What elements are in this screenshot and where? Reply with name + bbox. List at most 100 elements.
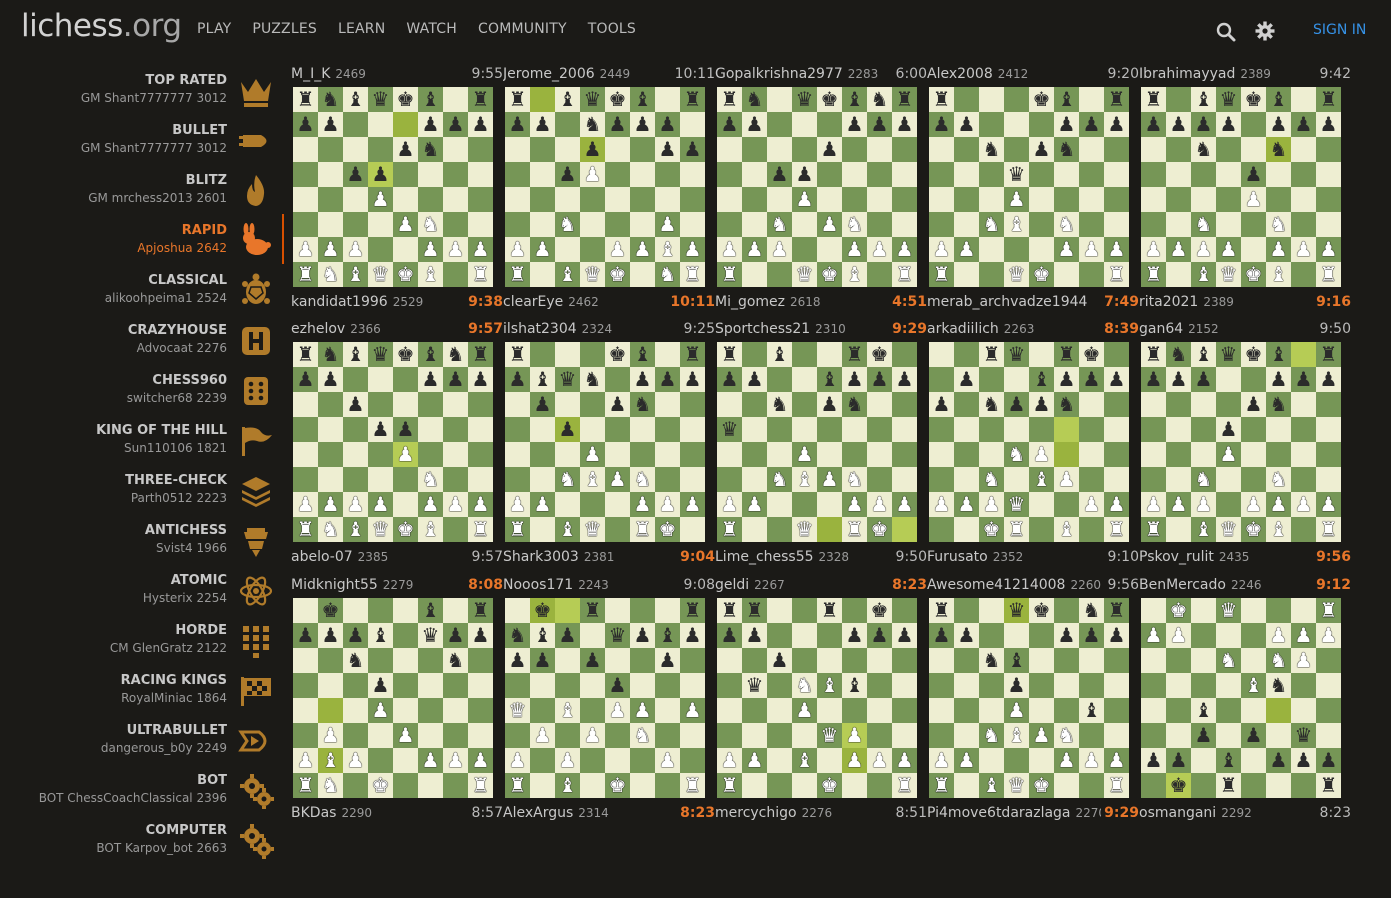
bottom-player[interactable]: abelo-07 2385 9:57 xyxy=(291,549,503,567)
player-name[interactable]: Alex2008 xyxy=(927,66,993,82)
player-name[interactable]: ilshat2304 xyxy=(503,321,577,337)
player-name[interactable]: Lime_chess55 xyxy=(715,549,814,565)
top-player[interactable]: geldi 2267 8:23 xyxy=(715,577,927,595)
player-name[interactable]: ezhelov xyxy=(291,321,345,337)
bottom-player[interactable]: Pskov_rulit 2435 9:56 xyxy=(1139,549,1351,567)
player-name[interactable]: merab_archvadze1944 xyxy=(927,294,1087,310)
top-player[interactable]: ilshat2304 2324 9:25 xyxy=(503,321,715,339)
search-icon[interactable] xyxy=(1216,22,1236,42)
chess-board[interactable]: ♜ ♚ ♝ ♜ ♟ ♝ ♛ ♞ ♟ ♟ ♟ ♟ ♟ ♞ ♟ ♟ ♞ ♝ ♟ ♞ ♟ ♟ ♟ ♟ ♟ ♜ ♝ ♛ ♜ ♚ xyxy=(505,342,705,542)
player-name[interactable]: clearEye xyxy=(503,294,563,310)
leaderboard-rapid[interactable]: RAPID Apjoshua 2642 xyxy=(0,214,290,264)
chess-board[interactable]: ♜ ♜ ♜ ♚ ♟ ♟ ♟ ♟ ♟ ♟ ♛ ♞ ♝ ♝ ♟ ♛ ♟ ♟ ♟ ♝ ♟ ♟ ♟ ♜ ♚ ♜ xyxy=(717,598,917,798)
leaderboard-ultrabullet[interactable]: ULTRABULLET dangerous_b0y 2249 xyxy=(0,714,290,764)
tv-game-card[interactable]: Gopalkrishna2977 2283 6:00 ♜ ♞ ♛ ♚ ♝ ♞ ♜ ♟ ♟ ♟ ♟ ♟ ♟ ♟ ♟ ♟… xyxy=(715,66,927,322)
tv-game-card[interactable]: ezhelov 2366 9:57 ♜ ♞ ♝ ♛ ♚ ♝ ♞ ♜ ♟ ♟ ♟ ♟ ♟ ♟ ♟ ♟ ♟ ♞ ♟ ♟ ♟ ♟ ♟ ♟ ♟… xyxy=(291,321,503,577)
chess-board[interactable]: ♜ ♛ ♚ ♞ ♜ ♟ ♟ ♟ ♟ ♟ ♞ ♝ ♟ ♟ ♝ ♞ ♝ ♟ ♞ ♟ ♟ ♟ ♟ ♟ ♜ ♝ ♛ ♚ ♜ xyxy=(929,598,1129,798)
leaderboard-three-check[interactable]: THREE-CHECK Parth0512 2223 xyxy=(0,464,290,514)
leaderboard-king-of-the-hill[interactable]: KING OF THE HILL Sun110106 1821 xyxy=(0,414,290,464)
chess-board[interactable]: ♜ ♛ ♜ ♚ ♟ ♝ ♟ ♟ ♟ ♟ ♞ ♟ ♟ ♞ ♞ ♟ ♞ ♝ ♟ ♟ ♟ ♟ ♛ ♟ ♟ ♚ ♜ ♝ ♜ xyxy=(929,342,1129,542)
chess-board[interactable]: ♜ ♝ ♜ ♚ ♟ ♟ ♝ ♟ ♟ ♟ ♞ ♟ ♞ ♛ ♟ ♞ ♝ ♟ ♞ ♟ ♟ ♟ ♟ ♟ ♜ ♛ ♜ ♚ xyxy=(717,342,917,542)
player-name[interactable]: osmangani xyxy=(1139,805,1216,821)
leaderboard-leader[interactable]: BOT Karpov_bot 2663 xyxy=(96,841,227,855)
player-name[interactable]: arkadiilich xyxy=(927,321,999,337)
nav-puzzles[interactable]: PUZZLES xyxy=(252,21,317,37)
sign-in-link[interactable]: SIGN IN xyxy=(1313,22,1366,38)
bottom-player[interactable]: Mi_gomez 2618 4:51 xyxy=(715,294,927,312)
chess-board[interactable]: ♜ ♝ ♛ ♚ ♝ ♜ ♟ ♟ ♞ ♟ ♟ ♟ ♟ ♟ ♟ ♟ ♟ ♞ ♟ ♟ ♟ ♟ ♟ ♝ ♟ ♜ ♝ ♛ ♚ ♞ ♜ xyxy=(505,87,705,287)
leaderboard-leader[interactable]: CM GlenGratz 2122 xyxy=(110,641,227,655)
top-player[interactable]: Awesome41214008 2260 9:56 xyxy=(927,577,1139,595)
player-name[interactable]: abelo-07 xyxy=(291,549,353,565)
top-player[interactable]: ezhelov 2366 9:57 xyxy=(291,321,503,339)
top-player[interactable]: arkadiilich 2263 8:39 xyxy=(927,321,1139,339)
bottom-player[interactable]: Lime_chess55 2328 9:50 xyxy=(715,549,927,567)
bottom-player[interactable]: kandidat1996 2529 9:38 xyxy=(291,294,503,312)
top-player[interactable]: Gopalkrishna2977 2283 6:00 xyxy=(715,66,927,84)
nav-watch[interactable]: WATCH xyxy=(406,21,457,37)
top-player[interactable]: Ibrahimayyad 2389 9:42 xyxy=(1139,66,1351,84)
chess-board[interactable]: ♚ ♜ ♜ ♞ ♝ ♟ ♛ ♟ ♝ ♟ ♟ ♟ ♟ ♟ ♟ ♛ ♝ ♟ ♟ ♟ ♟ ♟ ♞ ♟ ♟ ♟ ♜ ♝ ♚ ♜ xyxy=(505,598,705,798)
player-name[interactable]: rita2021 xyxy=(1139,294,1198,310)
player-name[interactable]: Mi_gomez xyxy=(715,294,785,310)
leaderboard-leader[interactable]: Advocaat 2276 xyxy=(137,341,227,355)
top-player[interactable]: Nooos171 2243 9:08 xyxy=(503,577,715,595)
leaderboard-computer[interactable]: COMPUTER BOT Karpov_bot 2663 xyxy=(0,814,290,864)
gear-icon[interactable] xyxy=(1255,21,1275,41)
nav-tools[interactable]: TOOLS xyxy=(588,21,636,37)
player-name[interactable]: Pi4move6tdarazlaga xyxy=(927,805,1071,821)
tv-game-card[interactable]: gan64 2152 9:50 ♜ ♞ ♝ ♛ ♚ ♝ ♜ ♟ ♟ ♟ ♟ ♟ ♟ ♟ ♞ ♟ ♟ ♞ ♞ ♟ ♟ ♟ ♟ ♟ ♟ ♟ ♜… xyxy=(1139,321,1351,577)
player-name[interactable]: Sportchess21 xyxy=(715,321,810,337)
bottom-player[interactable]: osmangani 2292 8:23 xyxy=(1139,805,1351,823)
leaderboard-bullet[interactable]: BULLET GM Shant7777777 3012 xyxy=(0,114,290,164)
leaderboard-classical[interactable]: CLASSICAL alikoohpeima1 2524 xyxy=(0,264,290,314)
player-name[interactable]: Pskov_rulit xyxy=(1139,549,1214,565)
player-name[interactable]: BenMercado xyxy=(1139,577,1226,593)
leaderboard-leader[interactable]: Sun110106 1821 xyxy=(124,441,227,455)
tv-game-card[interactable]: BenMercado 2246 9:12 ♚ ♛ ♜ ♟ ♟ ♟ ♟ ♟ ♞ ♞ ♟ ♝ ♞ ♝ ♟ ♟ ♛ ♟ ♟ ♝ ♟ ♟… xyxy=(1139,577,1351,833)
leaderboard-top-rated[interactable]: TOP RATED GM Shant7777777 3012 xyxy=(0,64,290,114)
player-name[interactable]: Furusato xyxy=(927,549,988,565)
tv-game-card[interactable]: Alex2008 2412 9:20 ♜ ♚ ♝ ♜ ♟ ♟ ♟ ♟ ♟ ♞ ♟ ♞ ♛ ♟ ♞ ♝ ♞ ♟ ♟ ♟ ♟ ♟ ♜ ♛… xyxy=(927,66,1139,322)
top-player[interactable]: M_I_K 2469 9:55 xyxy=(291,66,503,84)
tv-game-card[interactable]: Sportchess21 2310 9:29 ♜ ♝ ♜ ♚ ♟ ♟ ♝ ♟ ♟ ♟ ♞ ♟ ♞ ♛ ♟ ♞ ♝ ♟ ♞ ♟… xyxy=(715,321,927,577)
leaderboard-horde[interactable]: HORDE CM GlenGratz 2122 xyxy=(0,614,290,664)
leaderboard-leader[interactable]: Parth0512 2223 xyxy=(131,491,227,505)
nav-play[interactable]: PLAY xyxy=(197,21,231,37)
leaderboard-bot[interactable]: BOT BOT ChessCoachClassical 2396 xyxy=(0,764,290,814)
player-name[interactable]: gan64 xyxy=(1139,321,1183,337)
top-player[interactable]: Alex2008 2412 9:20 xyxy=(927,66,1139,84)
leaderboard-leader[interactable]: Hysterix 2254 xyxy=(143,591,227,605)
chess-board[interactable]: ♜ ♞ ♝ ♛ ♚ ♝ ♜ ♟ ♟ ♟ ♟ ♟ ♟ ♟ ♞ ♟ ♟ ♞ ♞ ♟ ♟ ♟ ♟ ♟ ♟ ♟ ♜ ♝ ♛ ♚ ♝ ♜ xyxy=(1141,342,1341,542)
lichess-logo[interactable]: lichess.org xyxy=(21,8,182,44)
bottom-player[interactable]: Furusato 2352 9:10 xyxy=(927,549,1139,567)
tv-game-card[interactable]: Ibrahimayyad 2389 9:42 ♜ ♝ ♛ ♚ ♝ ♜ ♟ ♟ ♟ ♟ ♟ ♟ ♟ ♞ ♞ ♟ ♟ ♞ ♞ ♟… xyxy=(1139,66,1351,322)
leaderboard-leader[interactable]: Svist4 1966 xyxy=(156,541,227,555)
bottom-player[interactable]: Pi4move6tdarazlaga 2270 9:29 xyxy=(927,805,1139,823)
leaderboard-blitz[interactable]: BLITZ GM mrchess2013 2601 xyxy=(0,164,290,214)
leaderboard-leader[interactable]: Apjoshua 2642 xyxy=(137,241,227,255)
bottom-player[interactable]: mercychigo 2276 8:51 xyxy=(715,805,927,823)
bottom-player[interactable]: clearEye 2462 10:11 xyxy=(503,294,715,312)
top-player[interactable]: Midknight55 2279 8:08 xyxy=(291,577,503,595)
top-player[interactable]: Sportchess21 2310 9:29 xyxy=(715,321,927,339)
nav-community[interactable]: COMMUNITY xyxy=(478,21,567,37)
player-name[interactable]: geldi xyxy=(715,577,749,593)
chess-board[interactable]: ♜ ♝ ♛ ♚ ♝ ♜ ♟ ♟ ♟ ♟ ♟ ♟ ♟ ♞ ♞ ♟ ♟ ♞ ♞ ♟ ♟ ♟ ♟ ♟ ♟ ♟ ♜ ♝ ♛ ♚ ♝ ♜ xyxy=(1141,87,1341,287)
leaderboard-leader[interactable]: GM mrchess2013 2601 xyxy=(88,191,227,205)
bottom-player[interactable]: merab_archvadze1944 7:49 xyxy=(927,294,1139,312)
player-name[interactable]: M_I_K xyxy=(291,66,330,82)
player-name[interactable]: Ibrahimayyad xyxy=(1139,66,1235,82)
chess-board[interactable]: ♚ ♛ ♜ ♟ ♟ ♟ ♟ ♟ ♞ ♞ ♟ ♝ ♞ ♝ ♟ ♟ ♛ ♟ ♟ ♝ ♟ ♟ ♟ ♚ ♜ ♜ xyxy=(1141,598,1341,798)
leaderboard-leader[interactable]: RoyalMiniac 1864 xyxy=(121,691,227,705)
player-name[interactable]: Shark3003 xyxy=(503,549,579,565)
tv-game-card[interactable]: M_I_K 2469 9:55 ♜ ♞ ♝ ♛ ♚ ♝ ♜ ♟ ♟ ♟ ♟ ♟ ♟ ♞ ♟ ♟ ♟ ♟ ♞ ♟ ♟ ♟ ♟ ♟ ♟ ♜ ♞… xyxy=(291,66,503,322)
tv-game-card[interactable]: Awesome41214008 2260 9:56 ♜ ♛ ♚ ♞ ♜ ♟ ♟ ♟ ♟ ♟ ♞ ♝ ♟ ♟ ♝ ♞ ♝… xyxy=(927,577,1139,833)
leaderboard-antichess[interactable]: ANTICHESS Svist4 1966 xyxy=(0,514,290,564)
leaderboard-atomic[interactable]: ATOMIC Hysterix 2254 xyxy=(0,564,290,614)
tv-game-card[interactable]: Midknight55 2279 8:08 ♚ ♝ ♜ ♟ ♟ ♟ ♝ ♛ ♟ ♟ ♞ ♞ ♟ ♟ ♟ ♟ ♟ ♝ ♟ ♟ ♟… xyxy=(291,577,503,833)
leaderboard-chess960[interactable]: CHESS960 switcher68 2239 xyxy=(0,364,290,414)
leaderboard-leader[interactable]: GM Shant7777777 3012 xyxy=(81,91,227,105)
tv-game-card[interactable]: Jerome_2006 2449 10:11 ♜ ♝ ♛ ♚ ♝ ♜ ♟ ♟ ♞ ♟ ♟ ♟ ♟ ♟ ♟ ♟ ♟ ♞ ♟ ♟… xyxy=(503,66,715,322)
top-player[interactable]: Jerome_2006 2449 10:11 xyxy=(503,66,715,84)
